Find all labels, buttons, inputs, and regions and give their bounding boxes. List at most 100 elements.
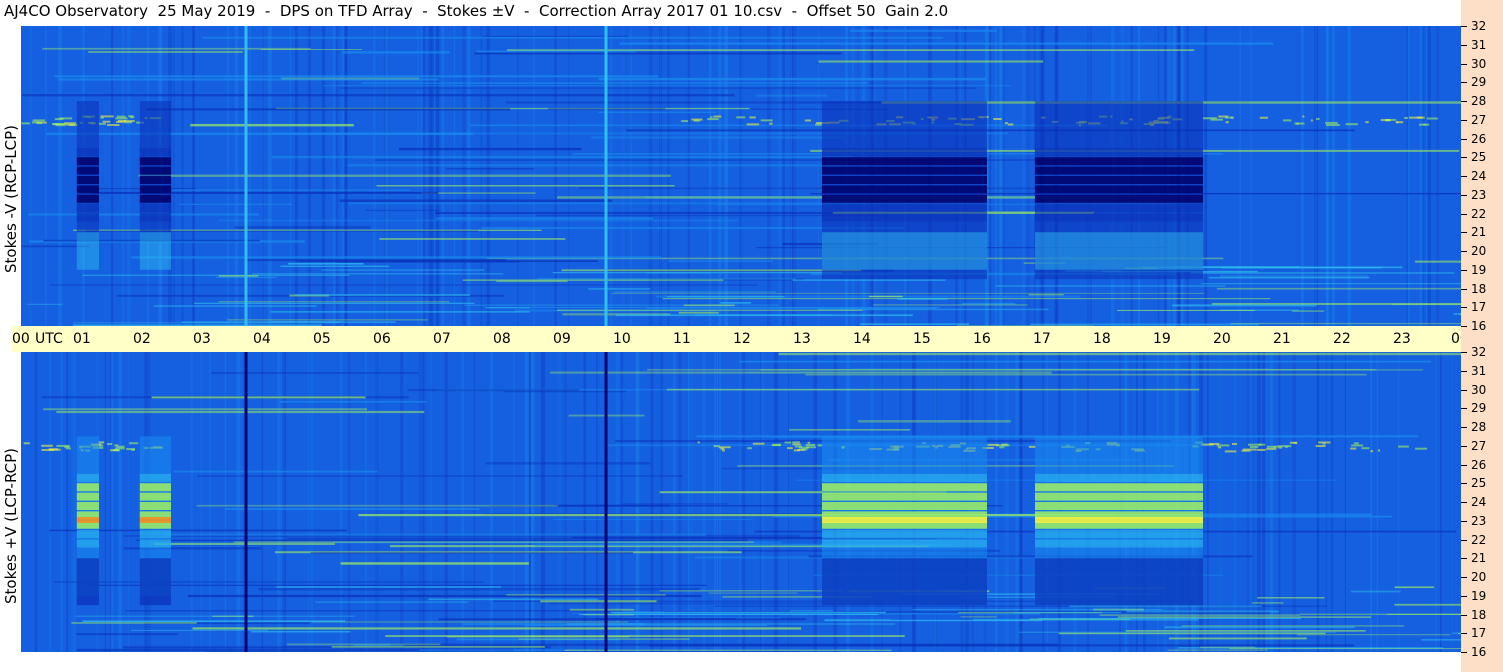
low-band-noise (1117, 616, 1372, 618)
interference-line (46, 132, 473, 136)
event-band (139, 483, 171, 492)
interference-spike (244, 26, 248, 326)
interference-line (53, 75, 659, 78)
noise-column (1269, 352, 1274, 652)
noise-column (995, 352, 998, 652)
noise-column (1370, 352, 1373, 652)
noise-column (559, 352, 561, 652)
freq-tick (1461, 213, 1467, 215)
low-band-noise (506, 594, 666, 596)
speckle-27mhz (713, 115, 722, 118)
noise-column (1434, 352, 1437, 652)
event-band (822, 539, 987, 548)
event-band (76, 502, 99, 510)
event-band (822, 473, 987, 482)
noise-column (1021, 26, 1025, 326)
event-band (76, 483, 99, 492)
noise-column (650, 352, 654, 652)
interference-line (336, 260, 520, 263)
low-band-noise (1117, 309, 1255, 311)
interference-line (648, 644, 1354, 647)
noise-column (688, 352, 690, 652)
speckle-27mhz (126, 448, 136, 451)
speckle-27mhz (1318, 441, 1331, 444)
noise-column (792, 26, 797, 326)
noise-column (422, 352, 424, 652)
event-band (76, 157, 99, 166)
speckle-27mhz (41, 448, 55, 451)
freq-tick (1461, 595, 1467, 597)
time-tick-label: 15 (913, 331, 931, 347)
event-peak (76, 517, 99, 523)
low-band-noise (1164, 626, 1355, 629)
speckle-27mhz (749, 116, 756, 119)
interference-line (234, 541, 754, 543)
noise-column (813, 352, 817, 652)
speckle-27mhz (116, 115, 126, 118)
event-band (1035, 213, 1203, 222)
interference-line (136, 539, 748, 542)
freq-tick (1461, 326, 1467, 327)
low-band-noise (1451, 632, 1461, 635)
low-band-noise (659, 590, 844, 592)
noise-column (719, 352, 722, 652)
time-tick-label: 09 (553, 331, 571, 347)
freq-tick (1461, 389, 1467, 391)
noise-column (739, 352, 743, 652)
interference-line (666, 388, 1200, 391)
noise-column (1397, 352, 1400, 652)
speckle-27mhz (1404, 116, 1408, 119)
low-band-noise (583, 614, 634, 616)
event-band (1035, 502, 1203, 510)
noise-column (777, 26, 782, 326)
event-band (76, 530, 99, 539)
low-band-noise (1391, 303, 1461, 306)
freq-tick-label: 26 (1471, 457, 1487, 472)
interference-line (550, 371, 1052, 374)
low-band-noise (1350, 590, 1401, 593)
low-band-noise (1126, 610, 1280, 613)
speckle-27mhz (801, 448, 808, 451)
interference-line (342, 51, 450, 54)
event-band (139, 539, 171, 548)
low-band-noise (1069, 605, 1262, 608)
interference-line (225, 508, 480, 510)
low-band-noise (1012, 611, 1122, 614)
low-band-noise (193, 302, 475, 304)
noise-column (759, 352, 762, 652)
noise-column (761, 352, 765, 652)
freq-tick (1461, 633, 1467, 635)
noise-column (1376, 352, 1379, 652)
event-band (1035, 166, 1203, 175)
event-peak (1035, 517, 1203, 523)
interference-line (474, 52, 842, 55)
speckle-27mhz (1365, 121, 1369, 124)
freq-tick (1461, 408, 1467, 410)
interference-line (340, 562, 529, 565)
speckle-27mhz (115, 117, 128, 120)
low-band-noise (646, 272, 711, 274)
time-tick-label: 14 (853, 331, 871, 347)
freq-tick (1461, 138, 1467, 140)
event-band (139, 194, 171, 203)
interference-line (622, 503, 728, 505)
low-band-noise (1394, 603, 1461, 606)
spectrogram-bottom (21, 352, 1461, 652)
low-band-noise (496, 280, 568, 283)
low-band-noise (447, 636, 630, 638)
low-band-noise (71, 622, 197, 624)
time-tick-label: 01 (73, 331, 91, 347)
time-tick-label: 13 (793, 331, 811, 347)
noise-column (817, 26, 820, 326)
freq-tick-label: 23 (1471, 513, 1487, 528)
interference-line (146, 108, 511, 111)
time-tick-label: 07 (433, 331, 451, 347)
event-band (139, 473, 171, 482)
speckle-27mhz (1267, 445, 1278, 448)
interference-spike (604, 352, 608, 652)
noise-column (1325, 352, 1328, 652)
noise-column (1249, 26, 1253, 326)
event-band (1035, 483, 1203, 492)
low-band-noise (615, 314, 913, 317)
freq-tick-label: 25 (1471, 476, 1487, 491)
